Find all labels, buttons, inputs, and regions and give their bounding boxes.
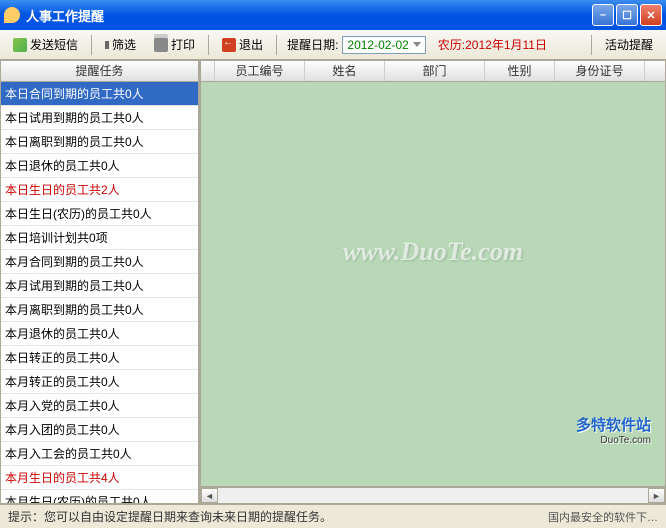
content-area: 提醒任务 本日合同到期的员工共0人本日试用到期的员工共0人本日离职到期的员工共0… <box>0 60 666 504</box>
minimize-button[interactable]: – <box>592 4 614 26</box>
scroll-left-button[interactable]: ◄ <box>201 488 218 503</box>
separator <box>276 35 277 55</box>
app-icon <box>4 7 20 23</box>
task-row[interactable]: 本日离职到期的员工共0人 <box>1 130 198 154</box>
task-row[interactable]: 本日退休的员工共0人 <box>1 154 198 178</box>
schedule-label: 活动提醒 <box>605 36 653 53</box>
task-row[interactable]: 本月入工会的员工共0人 <box>1 442 198 466</box>
grid-column-header[interactable]: 员工编号 <box>215 61 305 81</box>
task-row[interactable]: 本月入党的员工共0人 <box>1 394 198 418</box>
grid-column-header[interactable]: 姓名 <box>305 61 385 81</box>
task-row[interactable]: 本日培训计划共0项 <box>1 226 198 250</box>
grid-body[interactable]: www.DuoTe.com 多特软件站 DuoTe.com <box>200 82 666 487</box>
schedule-reminder-button[interactable]: 活动提醒 <box>598 32 660 57</box>
filter-button[interactable]: 筛选 <box>98 32 143 57</box>
duote-brand: 多特软件站 <box>576 414 651 435</box>
scroll-right-button[interactable]: ► <box>648 488 665 503</box>
print-icon <box>154 38 168 52</box>
hint-text: 您可以自由设定提醒日期来查询未来日期的提醒任务。 <box>44 508 332 525</box>
status-bar: 提示： 您可以自由设定提醒日期来查询未来日期的提醒任务。 国内最安全的软件下… <box>0 504 666 528</box>
task-row[interactable]: 本日生日的员工共2人 <box>1 178 198 202</box>
duote-logo: 多特软件站 DuoTe.com <box>576 414 651 446</box>
task-row[interactable]: 本月合同到期的员工共0人 <box>1 250 198 274</box>
task-row[interactable]: 本月转正的员工共0人 <box>1 370 198 394</box>
task-row[interactable]: 本月生日的员工共4人 <box>1 466 198 490</box>
task-row[interactable]: 本月试用到期的员工共0人 <box>1 274 198 298</box>
separator <box>208 35 209 55</box>
grid-header: 员工编号姓名部门性别身份证号 <box>200 60 666 82</box>
print-label: 打印 <box>171 36 195 53</box>
hint-label: 提示： <box>8 508 44 525</box>
grid-column-header[interactable]: 部门 <box>385 61 485 81</box>
exit-icon <box>222 38 236 52</box>
task-row[interactable]: 本日生日(农历)的员工共0人 <box>1 202 198 226</box>
task-row[interactable]: 本日合同到期的员工共0人 <box>1 82 198 106</box>
date-value: 2012-02-02 <box>347 38 408 52</box>
grid-column-header[interactable] <box>201 61 215 81</box>
left-pane: 提醒任务 本日合同到期的员工共0人本日试用到期的员工共0人本日离职到期的员工共0… <box>0 60 200 504</box>
lunar-date-label: 农历:2012年1月11日 <box>438 36 547 53</box>
exit-label: 退出 <box>239 36 263 53</box>
horizontal-scrollbar[interactable]: ◄ ► <box>200 487 666 504</box>
task-list[interactable]: 本日合同到期的员工共0人本日试用到期的员工共0人本日离职到期的员工共0人本日退休… <box>0 82 199 504</box>
separator <box>591 35 592 55</box>
duote-domain: DuoTe.com <box>576 435 651 446</box>
date-label: 提醒日期: <box>287 36 338 53</box>
task-row[interactable]: 本月离职到期的员工共0人 <box>1 298 198 322</box>
window-buttons: – ☐ ✕ <box>592 4 662 26</box>
title-bar: 人事工作提醒 – ☐ ✕ <box>0 0 666 30</box>
print-button[interactable]: 打印 <box>147 32 202 57</box>
duote-slogan: 国内最安全的软件下… <box>548 509 658 525</box>
maximize-button[interactable]: ☐ <box>616 4 638 26</box>
window-title: 人事工作提醒 <box>26 6 592 25</box>
task-list-header: 提醒任务 <box>0 60 199 82</box>
dropdown-icon <box>413 42 421 47</box>
send-sms-label: 发送短信 <box>30 36 78 53</box>
filter-icon <box>105 41 109 49</box>
filter-label: 筛选 <box>112 36 136 53</box>
task-row[interactable]: 本月入团的员工共0人 <box>1 418 198 442</box>
toolbar: 发送短信 筛选 打印 退出 提醒日期: 2012-02-02 农历:2012年1… <box>0 30 666 60</box>
close-button[interactable]: ✕ <box>640 4 662 26</box>
exit-button[interactable]: 退出 <box>215 32 270 57</box>
date-picker[interactable]: 2012-02-02 <box>342 36 425 54</box>
grid-column-header[interactable]: 身份证号 <box>555 61 645 81</box>
separator <box>91 35 92 55</box>
task-row[interactable]: 本日转正的员工共0人 <box>1 346 198 370</box>
grid-column-header[interactable]: 性别 <box>485 61 555 81</box>
right-pane: 员工编号姓名部门性别身份证号 www.DuoTe.com 多特软件站 DuoTe… <box>200 60 666 504</box>
task-row[interactable]: 本日试用到期的员工共0人 <box>1 106 198 130</box>
send-sms-button[interactable]: 发送短信 <box>6 32 85 57</box>
scroll-track[interactable] <box>218 488 648 503</box>
sms-icon <box>13 38 27 52</box>
watermark-text: www.DuoTe.com <box>343 237 523 267</box>
task-row[interactable]: 本月退休的员工共0人 <box>1 322 198 346</box>
task-row[interactable]: 本月生日(农历)的员工共0人 <box>1 490 198 504</box>
